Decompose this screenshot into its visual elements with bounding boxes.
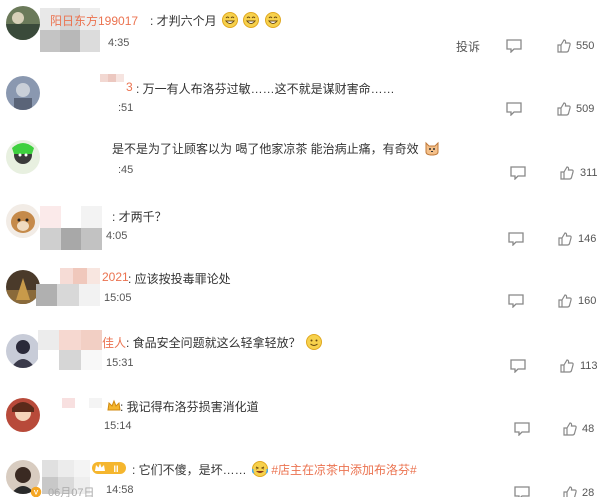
avatar[interactable] xyxy=(6,140,40,174)
grin-emoji xyxy=(264,12,281,28)
like-count: 311 xyxy=(580,167,598,179)
comment-time: 15:31 xyxy=(106,357,134,369)
like-icon[interactable] xyxy=(560,166,574,180)
like-icon[interactable] xyxy=(563,486,577,497)
comment-username[interactable]: 3 xyxy=(126,80,133,94)
comment-time-date: 06月07日 xyxy=(48,487,95,497)
like-icon[interactable] xyxy=(563,422,577,436)
like-count: 509 xyxy=(576,103,595,115)
comment-time: 15:05 xyxy=(104,292,132,304)
comment-item: 3 : 万一有人布洛芬过敏……这不就是谋财害命…… :51 509 xyxy=(0,62,602,124)
comment-username[interactable]: 阳日东方199017 xyxy=(50,12,138,29)
like-icon[interactable] xyxy=(557,39,571,53)
like-icon[interactable] xyxy=(560,359,574,373)
comment-item: 阳日东方199017 : 才判六个月 4:35 投诉 550 xyxy=(0,0,602,60)
comment-text: : 才判六个月 xyxy=(150,12,281,29)
username-mosaic xyxy=(100,74,124,82)
avatar[interactable] xyxy=(6,334,40,368)
reply-icon[interactable] xyxy=(506,102,522,116)
like-icon[interactable] xyxy=(557,102,571,116)
comment-time: :45 xyxy=(118,164,134,176)
reply-icon[interactable] xyxy=(514,486,530,497)
comment-text: : 它们不傻，是坏…… #店主在凉茶中添加布洛芬# xyxy=(132,461,417,477)
like-count: 48 xyxy=(582,423,595,435)
like-count: 146 xyxy=(578,233,597,245)
username-mosaic xyxy=(38,330,102,370)
avatar[interactable] xyxy=(6,270,40,304)
comment-item: : 才两千？ 4:05 146 xyxy=(0,196,602,256)
grin-emoji xyxy=(222,12,239,28)
reply-icon[interactable] xyxy=(508,294,524,308)
smile-emoji xyxy=(306,334,323,350)
like-icon[interactable] xyxy=(558,232,572,246)
comment-text: : 我记得布洛芬损害消化道 xyxy=(120,400,259,414)
svg-text:V: V xyxy=(34,490,39,497)
comment-username[interactable]: 2021 xyxy=(102,270,129,284)
avatar[interactable] xyxy=(6,6,40,40)
grin-emoji xyxy=(243,12,260,28)
reply-icon[interactable] xyxy=(508,232,524,246)
vip-level-icon: V xyxy=(30,486,42,497)
comment-time: 4:05 xyxy=(106,230,128,242)
like-count: 28 xyxy=(582,487,595,497)
reply-icon[interactable] xyxy=(514,422,530,436)
vip-badge-icon: II xyxy=(92,462,126,474)
comment-item: 佳人 : 食品安全问题就这么轻拿轻放？ 15:31 113 xyxy=(0,328,602,390)
reply-icon[interactable] xyxy=(510,359,526,373)
username-mosaic xyxy=(36,284,100,306)
comment-item: II : 它们不傻，是坏…… #店主在凉茶中添加布洛芬# 06月07日 14:5… xyxy=(0,454,602,497)
comment-item: 2021 : 应该按投毒罪论处 15:05 160 xyxy=(0,264,602,324)
comment-username[interactable]: 佳人 xyxy=(102,334,126,351)
comment-text: : 食品安全问题就这么轻拿轻放？ xyxy=(126,334,323,351)
username-mosaic xyxy=(62,398,102,408)
avatar[interactable] xyxy=(6,398,40,432)
vip-badge-text: II xyxy=(113,464,118,474)
comment-time: 4:35 xyxy=(108,37,130,49)
comment-time: 15:14 xyxy=(104,420,132,432)
like-count: 160 xyxy=(578,295,597,307)
comment-time: :51 xyxy=(118,102,134,114)
reply-icon[interactable] xyxy=(510,166,526,180)
comment-text: : 才两千？ xyxy=(112,210,167,224)
report-button[interactable]: 投诉 xyxy=(456,38,480,55)
like-count: 550 xyxy=(576,40,595,52)
avatar[interactable] xyxy=(6,76,40,110)
comment-item: : 我记得布洛芬损害消化道 15:14 48 xyxy=(0,392,602,452)
comment-time: 14:58 xyxy=(106,484,134,496)
comment-item: 是不是为了让顾客以为 喝了他家凉茶 能治病止痛，有奇效 :45 311 xyxy=(0,128,602,188)
like-icon[interactable] xyxy=(558,294,572,308)
comment-text: 是不是为了让顾客以为 喝了他家凉茶 能治病止痛，有奇效 xyxy=(112,140,440,157)
topic-link[interactable]: #店主在凉茶中添加布洛芬# xyxy=(271,463,416,477)
username-mosaic xyxy=(40,206,102,250)
cat-emoji xyxy=(425,141,439,156)
comment-text: : 万一有人布洛芬过敏……这不就是谋财害命…… xyxy=(136,82,395,96)
like-count: 113 xyxy=(580,360,598,372)
laugh-cry-emoji xyxy=(252,461,269,477)
avatar[interactable] xyxy=(6,204,40,238)
reply-icon[interactable] xyxy=(506,39,522,53)
comment-text: : 应该按投毒罪论处 xyxy=(128,272,231,286)
